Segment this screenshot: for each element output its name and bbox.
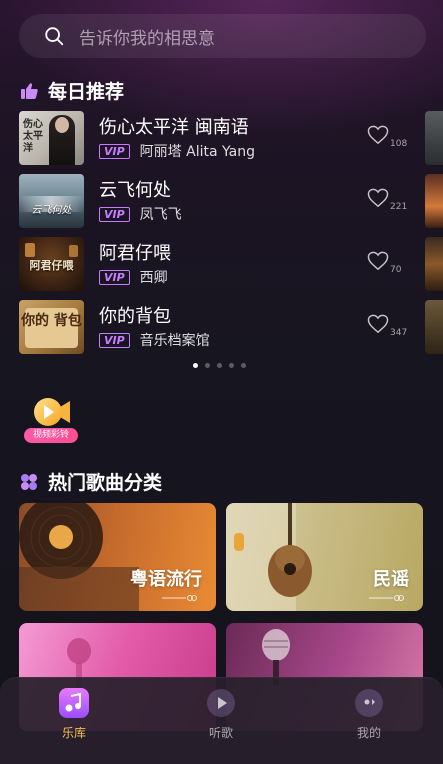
search-bar[interactable]: 告诉你我的相思意 [19, 14, 426, 58]
tab-listen[interactable]: 听歌 [181, 686, 261, 741]
like-count: 221 [390, 202, 408, 212]
category-label: 粤语流行 [130, 569, 202, 590]
song-cover: 伤心 太平洋 [19, 111, 84, 165]
category-deco-icon [162, 595, 197, 601]
heart-icon[interactable] [367, 188, 389, 208]
thumbs-up-icon [19, 81, 39, 101]
vip-badge: VIP [99, 206, 130, 222]
like-count: 70 [390, 265, 402, 275]
heart-icon[interactable] [367, 251, 389, 271]
song-cover-text: 云飞何处 [31, 205, 72, 216]
heart-icon[interactable] [367, 125, 389, 145]
page-dot[interactable] [229, 363, 234, 368]
categories-section-header: 热门歌曲分类 [19, 468, 162, 495]
profile-icon [352, 686, 386, 720]
song-item[interactable]: 伤心 太平洋 伤心太平洋 闽南语 VIP 阿丽塔 Alita Yang 108 [19, 111, 414, 165]
vip-badge: VIP [99, 143, 130, 159]
song-title: 伤心太平洋 闽南语 [99, 117, 249, 138]
tab-label: 我的 [356, 726, 381, 740]
song-artist: 西卿 [139, 270, 168, 286]
video-camera-icon [34, 398, 70, 426]
tab-label: 听歌 [208, 726, 233, 740]
next-page-cover-peek[interactable] [425, 237, 443, 291]
song-meta: VIP 音乐档案馆 [99, 330, 210, 350]
song-item[interactable]: 阿君仔喂 阿君仔喂 VIP 西卿 70 [19, 237, 414, 291]
next-page-cover-peek[interactable] [425, 111, 443, 165]
tab-label: 乐库 [61, 726, 86, 740]
next-page-cover-peek[interactable] [425, 174, 443, 228]
search-icon [45, 27, 64, 46]
vip-badge: VIP [99, 332, 130, 348]
song-cover-text: 伤心 太平洋 [23, 119, 43, 154]
daily-section-title: 每日推荐 [48, 81, 125, 103]
page-dot[interactable] [205, 363, 210, 368]
music-note-icon [57, 686, 91, 720]
like-count: 347 [390, 328, 408, 338]
daily-section-header: 每日推荐 [19, 77, 124, 104]
page-dot[interactable] [217, 363, 222, 368]
page-dot-active[interactable] [193, 363, 198, 368]
song-meta: VIP 凤飞飞 [99, 204, 182, 224]
song-cover: 你的 背包 [19, 300, 84, 354]
play-circle-icon [204, 686, 238, 720]
heart-icon[interactable] [367, 314, 389, 334]
clover-icon [19, 472, 39, 492]
song-artist: 凤飞飞 [139, 207, 182, 223]
next-page-cover-peek[interactable] [425, 300, 443, 354]
page-indicator [193, 363, 246, 368]
tab-library[interactable]: 乐库 [34, 686, 114, 741]
search-placeholder: 告诉你我的相思意 [79, 28, 215, 49]
tab-mine[interactable]: 我的 [329, 686, 409, 741]
guitar-icon [226, 503, 312, 611]
song-title: 云飞何处 [99, 180, 171, 201]
song-cover: 云飞何处 [19, 174, 84, 228]
video-ringtone-label: 视频彩铃 [24, 428, 78, 443]
category-label: 民谣 [373, 569, 409, 590]
song-meta: VIP 阿丽塔 Alita Yang [99, 141, 255, 161]
song-artist: 阿丽塔 Alita Yang [139, 144, 255, 160]
song-cover-text: 你的 背包 [21, 313, 82, 329]
category-deco-icon [369, 595, 404, 601]
song-meta: VIP 西卿 [99, 267, 168, 287]
song-title: 阿君仔喂 [99, 243, 171, 264]
page-dot[interactable] [241, 363, 246, 368]
video-ringtone-button[interactable]: 视频彩铃 [24, 395, 78, 447]
category-card-cantopop[interactable]: 粤语流行 [19, 503, 216, 611]
song-cover: 阿君仔喂 [19, 237, 84, 291]
like-count: 108 [390, 139, 408, 149]
categories-section-title: 热门歌曲分类 [48, 472, 163, 494]
vip-badge: VIP [99, 269, 130, 285]
vinyl-record-icon [19, 503, 139, 611]
song-item[interactable]: 云飞何处 云飞何处 VIP 凤飞飞 221 [19, 174, 414, 228]
category-card-folk[interactable]: 民谣 [226, 503, 423, 611]
song-item[interactable]: 你的 背包 你的背包 VIP 音乐档案馆 347 [19, 300, 414, 354]
song-artist: 音乐档案馆 [139, 333, 210, 349]
bottom-tab-bar: 乐库 听歌 我的 [0, 677, 443, 764]
song-cover-text: 阿君仔喂 [29, 259, 74, 272]
song-title: 你的背包 [99, 306, 171, 327]
